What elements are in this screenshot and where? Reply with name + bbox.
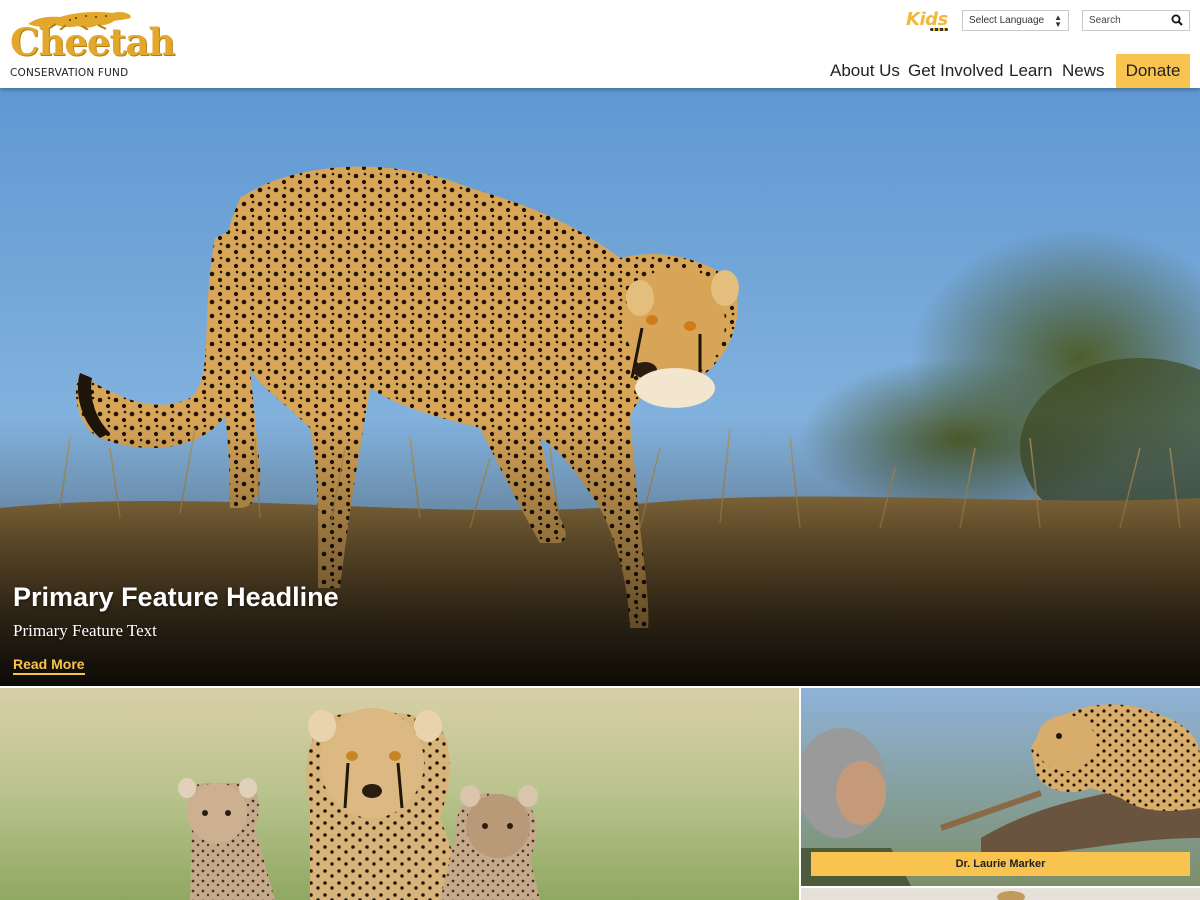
site-logo[interactable]: Cheetah CONSERVATION FUND — [8, 8, 175, 82]
language-select[interactable]: Select Language ▲ ▼ — [962, 10, 1069, 31]
nav-item-get-involved[interactable]: Get Involved — [908, 61, 1003, 81]
feature-tile-cubs[interactable] — [0, 688, 799, 900]
cheetah-cubs-image — [0, 688, 799, 900]
nav-item-news[interactable]: News — [1062, 61, 1105, 81]
feature-tile-next[interactable] — [801, 888, 1200, 900]
kids-tail-icon — [930, 28, 948, 31]
search-icon[interactable] — [1171, 14, 1183, 26]
language-select-value: Select Language — [969, 15, 1045, 26]
select-arrows-icon: ▲ ▼ — [1054, 13, 1062, 29]
next-tile-image — [801, 889, 1200, 900]
logo-subtitle: CONSERVATION FUND — [10, 67, 129, 79]
nav-item-about-us[interactable]: About Us — [830, 61, 900, 81]
donate-button[interactable]: Donate — [1116, 54, 1190, 88]
nav-item-learn[interactable]: Learn — [1009, 61, 1052, 81]
hero-text: Primary Feature Text — [13, 621, 157, 640]
search-input[interactable] — [1083, 11, 1169, 30]
read-more-link[interactable]: Read More — [13, 656, 85, 675]
search-box[interactable] — [1082, 10, 1190, 31]
site-header: Cheetah CONSERVATION FUND Kids Select La… — [0, 0, 1200, 88]
hero-headline: Primary Feature Headline — [13, 582, 339, 612]
feature-tile-laurie-marker[interactable]: Dr. Laurie Marker — [801, 688, 1200, 886]
logo-wordmark: Cheetah — [10, 20, 175, 64]
tile-label-laurie-marker: Dr. Laurie Marker — [811, 852, 1190, 876]
hero-feature[interactable]: Primary Feature Headline Primary Feature… — [0, 88, 1200, 686]
